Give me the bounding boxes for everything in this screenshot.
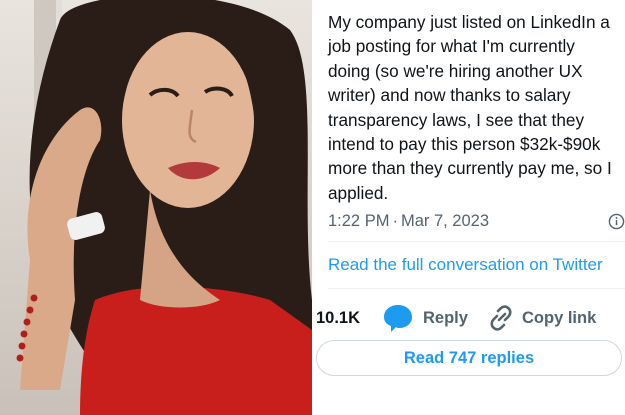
reply-button[interactable]: Reply [383, 300, 468, 336]
read-full-conversation-link[interactable]: Read the full conversation on Twitter [328, 255, 603, 275]
copy-link-label: Copy link [522, 308, 597, 327]
tweet-date: Mar 7, 2023 [400, 212, 490, 230]
tweet-actions: 10.1K Reply Copy link [316, 300, 625, 336]
read-replies-button[interactable]: Read 747 replies [316, 340, 622, 376]
woman-selfie-photo [0, 0, 312, 415]
face [122, 32, 254, 208]
reply-label: Reply [423, 308, 468, 327]
tweet-timestamp[interactable]: 1:22 PM · Mar 7, 2023 [328, 212, 489, 231]
divider-line [328, 288, 625, 289]
tweet-text: My company just listed on LinkedIn a job… [328, 12, 612, 203]
photo-illustration [16, 0, 312, 415]
copy-link-button[interactable]: Copy link [486, 300, 596, 336]
divider-line [328, 241, 625, 242]
tweet-time: 1:22 PM [328, 212, 390, 230]
link-icon [490, 305, 512, 331]
likes-count[interactable]: 10.1K [316, 309, 360, 328]
speech-bubble-icon [384, 305, 412, 332]
meta-separator: · [392, 212, 398, 230]
info-circle-icon[interactable] [608, 213, 625, 230]
tweet-card: My company just listed on LinkedIn a job… [316, 0, 625, 415]
